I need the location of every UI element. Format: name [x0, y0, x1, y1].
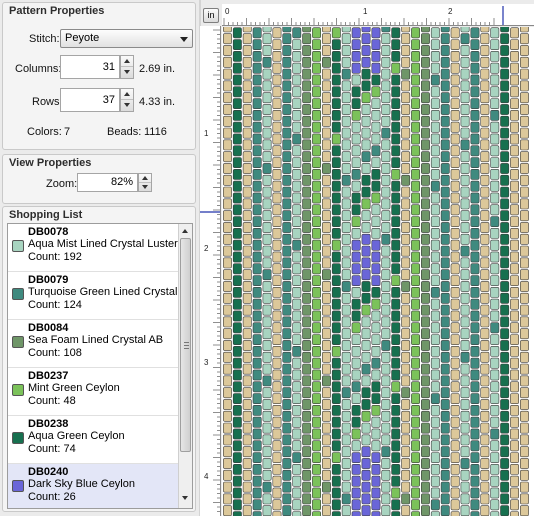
bead-count: Count: 48 [28, 395, 76, 407]
bead-count: Count: 26 [28, 491, 76, 503]
bead-count: Count: 192 [28, 251, 82, 263]
chevron-down-icon [180, 37, 188, 42]
colors-label: Colors: [27, 126, 62, 138]
bead-name: Aqua Mist Lined Crystal Luster [28, 238, 178, 250]
list-item[interactable]: DB0238 Aqua Green Ceylon Count: 74 [8, 416, 179, 464]
ruler-label: 4 [204, 472, 209, 481]
colors-count: 7 [64, 126, 71, 138]
stitch-select-value: Peyote [65, 32, 100, 44]
rows-decrement[interactable] [121, 100, 133, 111]
columns-size: 2.69 in. [139, 63, 176, 75]
shopping-list-title: Shopping List [9, 209, 83, 221]
bead-count: Count: 74 [28, 443, 76, 455]
bead-count: Count: 124 [28, 299, 82, 311]
scrollbar-thumb[interactable] [180, 238, 191, 452]
beads-count: 1116 [144, 126, 167, 138]
horizontal-ruler: 0 1 2 [222, 4, 534, 26]
color-swatch [12, 384, 24, 396]
beads-label: Beads: [107, 126, 142, 138]
rows-input[interactable]: 37 [60, 88, 120, 112]
ruler-label: 1 [363, 7, 368, 16]
bead-code: DB0240 [28, 466, 69, 478]
bead-code: DB0079 [28, 274, 69, 286]
bead-code: DB0237 [28, 370, 69, 382]
scroll-up-button[interactable] [179, 224, 192, 237]
grip-line [184, 348, 189, 349]
arrow-up-icon [124, 92, 130, 96]
pattern-properties-panel: Pattern Properties Stitch: Peyote Column… [2, 2, 196, 150]
arrow-down-icon [124, 103, 130, 107]
bead-name: Dark Sky Blue Ceylon [28, 478, 135, 490]
ruler-label: 2 [204, 244, 209, 253]
list-item[interactable]: DB0084 Sea Foam Lined Crystal AB Count: 10… [8, 320, 179, 368]
arrow-up-icon [182, 229, 188, 233]
zoom-increment[interactable] [139, 174, 151, 183]
bead-name: Turquoise Green Lined Crystal ... [28, 286, 178, 298]
bead-name: Aqua Green Ceylon [28, 430, 125, 442]
stitch-label: Stitch: [29, 33, 60, 45]
arrow-up-icon [124, 59, 130, 63]
list-item[interactable]: DB0237 Mint Green Ceylon Count: 48 [8, 368, 179, 416]
bead-name: Mint Green Ceylon [28, 382, 120, 394]
rows-size: 4.33 in. [139, 96, 176, 108]
arrow-down-icon [124, 70, 130, 74]
list-item[interactable]: DB0240 Dark Sky Blue Ceylon Count: 26 [8, 464, 179, 508]
bead-code: DB0078 [28, 226, 69, 238]
rows-stepper[interactable] [120, 88, 134, 112]
pattern-properties-title: Pattern Properties [9, 5, 105, 17]
zoom-input[interactable]: 82% [77, 173, 138, 192]
stitch-select[interactable]: Peyote [60, 29, 193, 48]
shopping-list-panel: Shopping List DB0078 Aqua Mist Lined Crys… [2, 206, 196, 512]
ruler-label: 2 [448, 7, 453, 16]
list-item[interactable]: DB0079 Turquoise Green Lined Crystal ... C… [8, 272, 179, 320]
units-button[interactable]: in [203, 8, 219, 23]
list-scrollbar[interactable] [178, 224, 192, 508]
scroll-down-button[interactable] [179, 492, 192, 505]
ruler-label: 3 [204, 358, 209, 367]
ruler-label: 1 [204, 129, 209, 138]
bead-code: DB0084 [28, 322, 69, 334]
rows-increment[interactable] [121, 89, 133, 100]
bead-count: Count: 108 [28, 347, 82, 359]
zoom-label: Zoom: [46, 178, 78, 190]
arrow-up-icon [142, 176, 148, 180]
vertical-ruler: 1 2 3 4 [200, 26, 221, 516]
zoom-stepper[interactable] [138, 173, 152, 192]
rows-label: Rows: [32, 96, 63, 108]
color-swatch [12, 480, 24, 492]
columns-increment[interactable] [121, 56, 133, 67]
columns-decrement[interactable] [121, 67, 133, 78]
grip-line [184, 342, 189, 343]
color-swatch [12, 288, 24, 300]
color-swatch [12, 336, 24, 348]
color-swatch [12, 432, 24, 444]
shopping-list[interactable]: DB0078 Aqua Mist Lined Crystal Luster Coun… [7, 223, 193, 509]
columns-stepper[interactable] [120, 55, 134, 79]
ruler-label: 0 [225, 7, 230, 16]
zoom-decrement[interactable] [139, 183, 151, 192]
color-swatch [12, 240, 24, 252]
arrow-down-icon [142, 184, 148, 189]
grip-line [184, 345, 189, 346]
bead-name: Sea Foam Lined Crystal AB [28, 334, 164, 346]
columns-input[interactable]: 31 [60, 55, 120, 79]
bead-code: DB0238 [28, 418, 69, 430]
columns-label: Columns: [15, 63, 62, 75]
view-properties-title: View Properties [9, 157, 92, 169]
arrow-down-icon [182, 496, 188, 500]
view-properties-panel: View Properties Zoom: 82% [2, 154, 196, 204]
bead-pattern-canvas[interactable] [222, 27, 534, 516]
list-item[interactable]: DB0078 Aqua Mist Lined Crystal Luster Coun… [8, 224, 179, 272]
